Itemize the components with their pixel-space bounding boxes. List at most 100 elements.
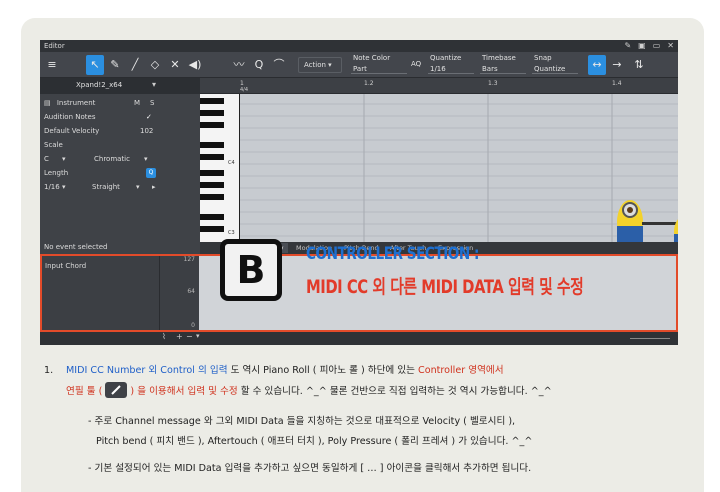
dropdown-arrow-icon: ▾ <box>144 155 148 163</box>
status-text: No event selected <box>44 243 108 251</box>
item1-number: 1. <box>44 365 54 376</box>
scale-select-row: C ▾ Chromatic ▾ <box>40 152 200 166</box>
quantize-label: Quantize <box>430 54 462 62</box>
black-key[interactable] <box>200 182 224 188</box>
audition-notes-row: Audition Notes ✓ <box>40 110 200 124</box>
add-lane-icon[interactable]: + <box>176 332 183 341</box>
options-icon[interactable]: ⇅ <box>630 55 648 75</box>
item1-line1: MIDI CC Number 외 Control 의 입력 도 역시 Piano… <box>66 364 504 378</box>
track-header[interactable]: Xpand!2_x64 ▾ <box>40 78 200 94</box>
dropdown-arrow-icon: ▾ <box>136 183 140 191</box>
scale-bottom-label: 0 <box>191 322 195 329</box>
timebase-value[interactable]: Bars <box>482 65 498 73</box>
window-controls: ✎ ▣ ▭ ✕ <box>624 40 674 52</box>
transform-tool-icon[interactable]: 〰 <box>230 55 248 75</box>
controller-scale: 127 64 0 <box>160 256 199 330</box>
default-velocity-label: Default Velocity <box>44 127 100 135</box>
paint-tool-icon[interactable]: ╱ <box>126 55 144 75</box>
time-signature: 4/4 <box>240 87 249 93</box>
expand-icon[interactable]: ▭ <box>653 40 661 52</box>
window-title: Editor <box>44 42 65 50</box>
pin-icon[interactable]: ✎ <box>624 40 631 52</box>
status-row: No event selected <box>40 240 200 254</box>
black-key[interactable] <box>200 98 224 104</box>
length-mode-select[interactable]: Straight <box>92 180 120 194</box>
length-toggle-icon[interactable]: Q <box>146 168 156 178</box>
track-menu-icon[interactable]: ▾ <box>152 80 156 89</box>
zoom-slider[interactable] <box>630 338 670 339</box>
instrument-row: ▤ Instrument M S <box>40 96 200 110</box>
solo-button[interactable]: S <box>150 96 154 110</box>
black-key[interactable] <box>200 170 224 176</box>
note-color-label: Note Color <box>353 54 391 62</box>
legato-tool-icon[interactable]: ⌒ <box>270 55 288 75</box>
scale-root-select[interactable]: C <box>44 155 49 163</box>
key-c3-label: C3 <box>228 230 235 236</box>
black-key[interactable] <box>200 194 224 200</box>
mute-button[interactable]: M <box>134 96 140 110</box>
controller-side-panel: Input Chord <box>42 256 160 330</box>
black-key[interactable] <box>200 110 224 116</box>
aq-label[interactable]: AQ <box>411 60 421 68</box>
key-c4-label: C4 <box>228 160 235 166</box>
timebase-underline <box>480 73 526 74</box>
menu-icon[interactable]: ≡ <box>43 55 61 75</box>
keyboard-icon: ▤ <box>44 99 51 107</box>
input-chord-label[interactable]: Input Chord <box>45 262 86 270</box>
pencil-tool-icon[interactable]: ✎ <box>106 55 124 75</box>
mute-tool-icon[interactable]: ✕ <box>166 55 184 75</box>
piano-keyboard[interactable]: C4 C3 <box>200 94 240 242</box>
track-name: Xpand!2_x64 <box>76 81 123 89</box>
bullet2: - 기본 설정되어 있는 MIDI Data 입력을 추가하고 싶으면 동일하게… <box>88 463 532 474</box>
close-icon[interactable]: ✕ <box>667 40 674 52</box>
default-velocity-value[interactable]: 102 <box>140 124 153 138</box>
length-value-select[interactable]: 1/16 <box>44 183 60 191</box>
black-key[interactable] <box>200 226 224 232</box>
snap-label: Snap <box>534 54 552 62</box>
speaker-tool-icon[interactable]: ◀) <box>186 55 204 75</box>
quantize-q-icon[interactable]: Q <box>250 55 268 75</box>
note-color-underline <box>351 73 407 74</box>
ruler-mark-2: 1.2 <box>364 80 374 87</box>
arrow-tool-icon[interactable]: ↖ <box>86 55 104 75</box>
audition-notes-label: Audition Notes <box>44 113 96 121</box>
action-label: Action <box>304 61 326 69</box>
default-velocity-row: Default Velocity 102 <box>40 124 200 138</box>
instrument-label: Instrument <box>56 99 96 107</box>
black-key[interactable] <box>200 142 224 148</box>
timeline-ruler[interactable]: 1 4/4 1.2 1.3 1.4 <box>200 78 678 94</box>
detach-icon[interactable]: ▣ <box>638 40 646 52</box>
snap-value[interactable]: Quantize <box>534 65 565 73</box>
editor-window: Editor ✎ ▣ ▭ ✕ ≡ ↖ ✎ ╱ ◇ ✕ ◀) 〰 Q ⌒ Acti… <box>40 40 678 345</box>
scale-mode-select[interactable]: Chromatic <box>94 152 130 166</box>
item1-line2: 연필 툴 ( ) 을 이용해서 입력 및 수정 할 수 있습니다. ^_^ 물론… <box>66 382 552 399</box>
follow-icon[interactable]: → <box>608 55 626 75</box>
ruler-mark-4: 1.4 <box>612 80 622 87</box>
snap-toggle-icon[interactable]: ↔ <box>588 55 606 75</box>
eraser-tool-icon[interactable]: ◇ <box>146 55 164 75</box>
scale-mid-label: 64 <box>187 288 195 295</box>
section-badge-letter: B <box>236 248 266 292</box>
section-badge: B <box>220 239 282 301</box>
black-key[interactable] <box>200 122 224 128</box>
item1-line1-controller: Controller 영역에서 <box>418 365 504 376</box>
remove-lane-icon[interactable]: − <box>186 332 193 341</box>
quantize-value[interactable]: 1/16 <box>430 65 446 73</box>
bullet1-line2: Pitch bend ( 피치 밴드 ), Aftertouch ( 애프터 터… <box>96 436 533 447</box>
audition-checkbox[interactable]: ✓ <box>146 110 152 124</box>
length-row: Length Q <box>40 166 200 180</box>
length-label: Length <box>44 169 69 177</box>
lane-shape-icon[interactable]: ⌇ <box>162 332 166 341</box>
timebase-label: Timebase <box>482 54 516 62</box>
note-color-value[interactable]: Part <box>353 65 367 73</box>
black-key[interactable] <box>200 214 224 220</box>
scale-label: Scale <box>44 141 63 149</box>
length-more-icon[interactable]: ▸ <box>152 180 156 194</box>
action-dropdown[interactable]: Action ▾ <box>298 57 342 73</box>
inspector-panel: ▤ Instrument M S Audition Notes ✓ Defaul… <box>40 94 200 254</box>
length-select-row: 1/16 ▾ Straight ▾ ▸ <box>40 180 200 194</box>
dropdown-arrow-icon: ▾ <box>62 183 66 191</box>
lane-menu-icon[interactable]: ▾ <box>196 332 200 340</box>
black-key[interactable] <box>200 154 224 160</box>
quantize-underline <box>428 73 474 74</box>
